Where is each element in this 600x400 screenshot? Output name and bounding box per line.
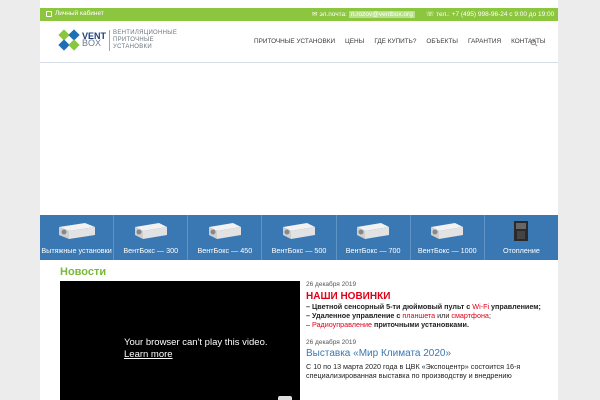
exhaust-unit-image (58, 223, 95, 239)
unit-700-image (357, 223, 390, 239)
top-bar: Личный кабинет ✉ эл.почта: n.rozov@ventb… (40, 8, 558, 21)
news-list: 26 декабря 2019 НАШИ НОВИНКИ – Цветной с… (306, 281, 556, 380)
logo-brand-bottom: BOX (82, 38, 102, 48)
logo-tagline-3: УСТАНОВКИ (113, 43, 152, 50)
logo[interactable]: VENT BOX ВЕНТИЛЯЦИОННЫЕ ПРИТОЧНЫЕ УСТАНО… (58, 29, 177, 51)
video-player[interactable]: Your browser can't play this video. Lear… (60, 281, 300, 400)
mail-icon: ✉ (312, 11, 318, 18)
page: Личный кабинет ✉ эл.почта: n.rozov@ventb… (40, 0, 558, 400)
video-control[interactable] (278, 396, 292, 400)
unit-300-image (134, 223, 167, 239)
nav-item-warranty[interactable]: ГАРАНТИЯ (468, 38, 501, 45)
product-700[interactable]: ВентБокс — 700 (337, 215, 411, 260)
product-label: ВентБокс — 700 (345, 246, 401, 255)
product-300[interactable]: ВентБокс — 300 (114, 215, 189, 260)
product-label: ВентБокс — 300 (123, 246, 179, 255)
news-bullet-1: – Цветной сенсорный 5-ти дюймовый пульт … (306, 302, 556, 311)
phone-contact: ☏ тел.: +7 (495) 998-96-24 с 9:00 до 19:… (426, 10, 555, 19)
nav-item-units[interactable]: ПРИТОЧНЫЕ УСТАНОВКИ (254, 38, 335, 45)
bullet-text: или (435, 311, 452, 320)
email-link[interactable]: n.rozov@ventbox.org (348, 10, 415, 18)
cabinet-label: Личный кабинет (55, 10, 104, 17)
logo-tagline-2: ПРИТОЧНЫЕ (113, 36, 154, 43)
bullet-text: ; (488, 311, 491, 320)
unit-450-image (208, 223, 241, 239)
video-error-message: Your browser can't play this video. Lear… (124, 337, 268, 361)
news-bullet-3: – Радиоуправление приточными установками… (306, 320, 556, 329)
smartphone-link[interactable]: смартфона (451, 311, 489, 320)
nav-item-prices[interactable]: ЦЕНЫ (345, 38, 364, 45)
product-exhaust[interactable]: Вытяжные установки (40, 215, 115, 260)
product-heating[interactable]: Отопление (485, 215, 558, 260)
nav-item-objects[interactable]: ОБЪЕКТЫ (426, 38, 458, 45)
heater-image (514, 221, 529, 241)
video-error-text: Your browser can't play this video. (124, 337, 268, 348)
nav-item-where-to-buy[interactable]: ГДЕ КУПИТЬ? (374, 38, 416, 45)
bullet-text: – Цветной сенсорный 5-ти дюймовый пульт … (306, 302, 473, 311)
news-heading: Новости (60, 266, 107, 278)
user-icon (46, 10, 52, 17)
news-date: 26 декабря 2019 (306, 339, 357, 346)
phone-icon: ☏ (426, 11, 435, 18)
news-title-new-items[interactable]: НАШИ НОВИНКИ (306, 291, 556, 302)
product-500[interactable]: ВентБокс — 500 (262, 215, 337, 260)
product-450[interactable]: ВентБокс — 450 (188, 215, 263, 260)
tablet-link[interactable]: планшета (402, 311, 435, 320)
wifi-link[interactable]: Wi-Fi (472, 302, 489, 311)
main-nav: ПРИТОЧНЫЕ УСТАНОВКИ ЦЕНЫ ГДЕ КУПИТЬ? ОБЪ… (254, 38, 546, 45)
news-date: 26 декабря 2019 (306, 281, 357, 288)
product-label: Отопление (502, 246, 540, 255)
bullet-text: приточными установками. (371, 320, 469, 329)
radio-control-link[interactable]: Радиоуправление (312, 320, 372, 329)
logo-icon (58, 29, 80, 51)
unit-1000-image (431, 223, 464, 239)
product-label: Вытяжные установки (41, 246, 112, 255)
logo-tagline-1: ВЕНТИЛЯЦИОННЫЕ (113, 29, 178, 36)
site-header: VENT BOX ВЕНТИЛЯЦИОННЫЕ ПРИТОЧНЫЕ УСТАНО… (40, 21, 558, 63)
nav-item-contacts[interactable]: КОНТАКТЫ (511, 38, 545, 45)
bullet-text: управлением; (489, 302, 541, 311)
news-title-exhibition[interactable]: Выставка «Мир Климата 2020» (306, 348, 556, 359)
email-contact: ✉ эл.почта: n.rozov@ventbox.org (312, 10, 415, 18)
product-label: ВентБокс — 1000 (417, 246, 477, 255)
search-icon[interactable] (530, 39, 538, 47)
news-excerpt: С 10 по 13 марта 2020 года в ЦВК «Экспоц… (306, 362, 521, 380)
product-bar: Вытяжные установки ВентБокс — 300 ВентБо… (40, 215, 558, 260)
learn-more-link[interactable]: Learn more (124, 349, 268, 361)
phone-text: тел.: +7 (495) 998-96-24 с 9:00 до 19:00 (436, 10, 555, 18)
news-bullet-2: – Удаленное управление с планшета или см… (306, 311, 556, 320)
cabinet-link[interactable]: Личный кабинет (46, 10, 104, 17)
banner-area (40, 64, 558, 214)
product-label: ВентБокс — 450 (197, 246, 253, 255)
email-label: эл.почта: (319, 10, 347, 18)
unit-500-image (282, 223, 315, 239)
logo-brand: VENT BOX (82, 32, 106, 48)
product-label: ВентБокс — 500 (271, 246, 327, 255)
bullet-text: – Удаленное управление с (306, 311, 403, 320)
logo-tagline: ВЕНТИЛЯЦИОННЫЕ ПРИТОЧНЫЕ УСТАНОВКИ (109, 29, 178, 51)
product-1000[interactable]: ВентБокс — 1000 (411, 215, 485, 260)
